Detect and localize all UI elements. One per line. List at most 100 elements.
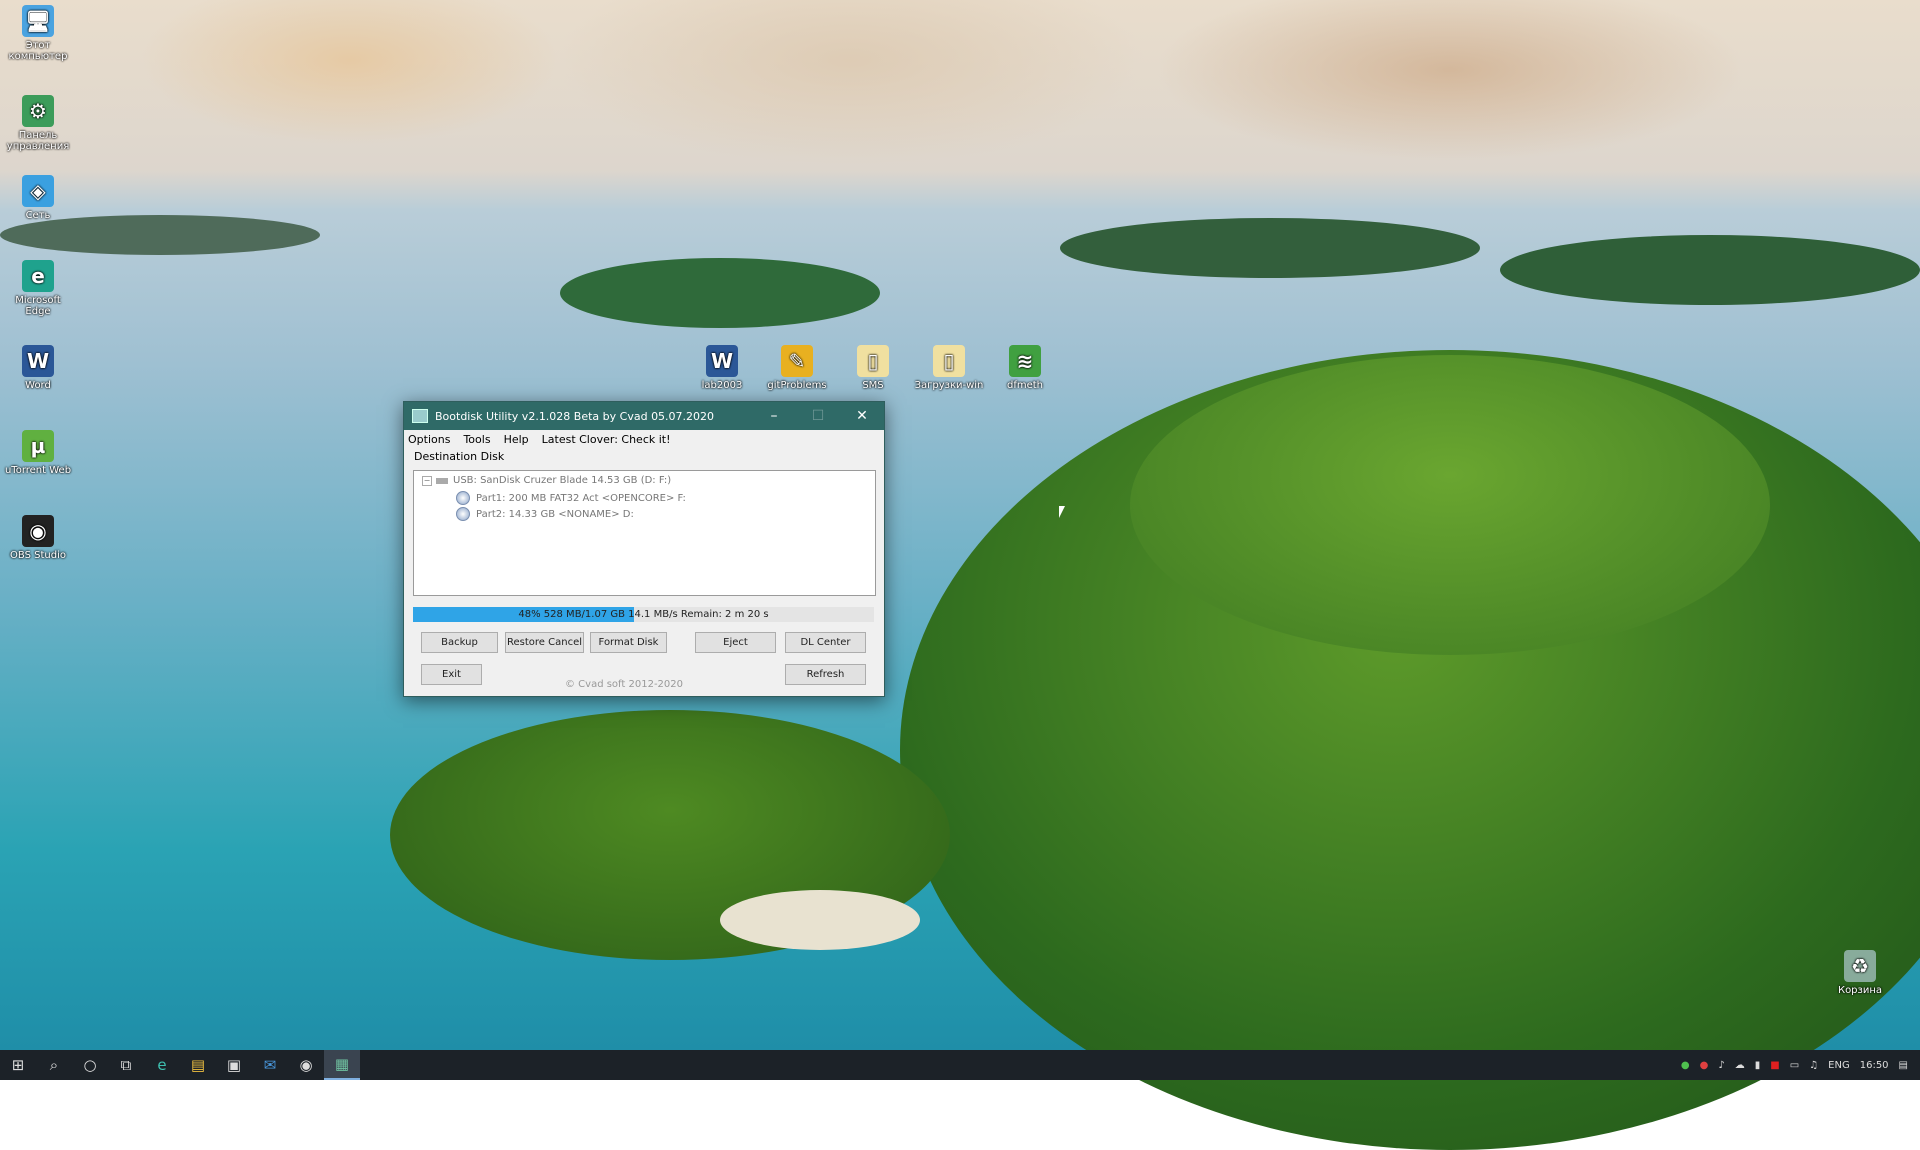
tree-item-part2[interactable]: Part2: 14.33 GB <NONAME> D: bbox=[456, 507, 634, 521]
desktop-icon-file[interactable]: Wlab2003 bbox=[687, 345, 757, 391]
desktop-icon-label: Корзина bbox=[1837, 985, 1883, 996]
task-view-icon[interactable]: ⧉ bbox=[108, 1050, 144, 1080]
tree-item-part1[interactable]: Part1: 200 MB FAT32 Act <OPENCORE> F: bbox=[456, 491, 686, 505]
file-explorer-icon[interactable]: ▤ bbox=[180, 1050, 216, 1080]
close-button[interactable]: ✕ bbox=[840, 402, 884, 430]
recycle-bin-icon: ♻ bbox=[1844, 950, 1876, 982]
desktop-icon-label: OBS Studio bbox=[10, 550, 66, 561]
start-icon[interactable]: ⊞ bbox=[0, 1050, 36, 1080]
tree-item-usb-disk[interactable]: − USB: SanDisk Cruzer Blade 14.53 GB (D:… bbox=[422, 475, 671, 486]
utorrent-icon: µ bbox=[22, 430, 54, 462]
island-shape bbox=[0, 215, 320, 255]
dl-center-button[interactable]: DL Center bbox=[785, 632, 866, 653]
menu-help[interactable]: Help bbox=[504, 433, 529, 446]
network-tray-icon[interactable]: ▭ bbox=[1790, 1060, 1799, 1071]
desktop-wallpaper: 🖥 Этот компьютер ⚙ Панель управления ◈ Сеть e M… bbox=[0, 0, 1920, 1150]
minimize-button[interactable]: – bbox=[752, 402, 796, 430]
exit-button[interactable]: Exit bbox=[421, 664, 482, 685]
progress-bar: 48% 528 MB/1.07 GB 14.1 MB/s Remain: 2 m… bbox=[413, 607, 874, 622]
mouse-cursor-icon bbox=[1059, 506, 1065, 518]
desktop-icon-utorrent[interactable]: µ uTorrent Web bbox=[3, 430, 73, 476]
cortana-icon[interactable]: ○ bbox=[72, 1050, 108, 1080]
desktop-icon-file[interactable]: ≋ dfmeth bbox=[990, 345, 1060, 391]
desktop-icon-label: dfmeth bbox=[1006, 380, 1044, 391]
tree-item-label: Part1: 200 MB FAT32 Act <OPENCORE> F: bbox=[476, 492, 686, 504]
script-icon: ≋ bbox=[1009, 345, 1041, 377]
obs-icon[interactable]: ◉ bbox=[288, 1050, 324, 1080]
tray-app-icon[interactable]: ■ bbox=[1770, 1060, 1779, 1071]
network-icon: ◈ bbox=[22, 175, 54, 207]
restore-cancel-button[interactable]: Restore Cancel bbox=[505, 632, 584, 653]
usb-icon bbox=[436, 477, 448, 484]
file-icon: ▯ bbox=[933, 345, 965, 377]
bootdisk-utility-window[interactable]: Bootdisk Utility v2.1.028 Beta by Cvad 0… bbox=[403, 401, 885, 697]
clock[interactable]: 16:50 bbox=[1860, 1060, 1889, 1071]
eject-button[interactable]: Eject bbox=[695, 632, 776, 653]
computer-icon: 🖥 bbox=[22, 5, 54, 37]
edge-icon[interactable]: e bbox=[144, 1050, 180, 1080]
desktop-icon-computer[interactable]: 🖥 Этот компьютер bbox=[3, 5, 73, 62]
progress-text: 48% 528 MB/1.07 GB 14.1 MB/s Remain: 2 m… bbox=[518, 609, 769, 620]
tray-app-icon[interactable]: ▮ bbox=[1755, 1060, 1761, 1071]
obs-icon: ◉ bbox=[22, 515, 54, 547]
desktop-icon-file[interactable]: ✎ gitProblems bbox=[762, 345, 832, 391]
microphone-icon[interactable]: ♪ bbox=[1718, 1060, 1724, 1071]
edge-icon: e bbox=[22, 260, 54, 292]
disk-tree[interactable]: − USB: SanDisk Cruzer Blade 14.53 GB (D:… bbox=[413, 470, 876, 596]
hill-shape bbox=[1130, 355, 1770, 655]
menu-latest-clover[interactable]: Latest Clover: Check it! bbox=[542, 433, 671, 446]
app-icon bbox=[412, 409, 428, 423]
desktop-icon-label: Этот компьютер bbox=[8, 40, 68, 62]
desktop-icon-network[interactable]: ◈ Сеть bbox=[3, 175, 73, 221]
tree-item-label: Part2: 14.33 GB <NONAME> D: bbox=[476, 508, 634, 520]
menu-bar: Options Tools Help Latest Clover: Check … bbox=[404, 430, 884, 448]
bootdisk-taskbar-icon[interactable]: ▦ bbox=[324, 1050, 360, 1080]
menu-options[interactable]: Options bbox=[408, 433, 450, 446]
tree-item-label: USB: SanDisk Cruzer Blade 14.53 GB (D: F… bbox=[453, 475, 672, 486]
desktop-icon-label: Панель управления bbox=[6, 130, 70, 152]
window-titlebar[interactable]: Bootdisk Utility v2.1.028 Beta by Cvad 0… bbox=[404, 402, 884, 430]
collapse-icon[interactable]: − bbox=[422, 475, 432, 486]
desktop-icon-label: Загрузки-win bbox=[914, 380, 984, 391]
desktop-icon-label: SMS bbox=[862, 380, 884, 391]
desktop-icon-word[interactable]: W Word bbox=[3, 345, 73, 391]
desktop-icon-label: Microsoft Edge bbox=[15, 295, 61, 317]
language-indicator[interactable]: ENG bbox=[1828, 1060, 1850, 1071]
taskbar: ⊞ ⌕ ○ ⧉ e ▤ ▣ ✉ ◉ ▦ ● ● ♪ ☁ ▮ ■ ▭ ♫ ENG … bbox=[0, 1050, 1920, 1080]
tray-app-icon[interactable]: ● bbox=[1681, 1060, 1690, 1071]
desktop-icon-control-panel[interactable]: ⚙ Панель управления bbox=[3, 95, 73, 152]
desktop-icon-label: gitProblems bbox=[767, 380, 827, 391]
desktop-icon-file[interactable]: ▯ SMS bbox=[838, 345, 908, 391]
store-icon[interactable]: ▣ bbox=[216, 1050, 252, 1080]
volume-icon[interactable]: ♫ bbox=[1809, 1060, 1818, 1071]
notifications-icon[interactable]: ▤ bbox=[1899, 1060, 1908, 1071]
backup-button[interactable]: Backup bbox=[421, 632, 498, 653]
notepad-icon: ✎ bbox=[781, 345, 813, 377]
desktop-icon-label: lab2003 bbox=[701, 380, 743, 391]
control-panel-icon: ⚙ bbox=[22, 95, 54, 127]
system-tray: ● ● ♪ ☁ ▮ ■ ▭ ♫ ENG 16:50 ▤ bbox=[1676, 1050, 1920, 1080]
file-icon: ▯ bbox=[857, 345, 889, 377]
tray-app-icon[interactable]: ● bbox=[1700, 1060, 1709, 1071]
desktop-icon-obs[interactable]: ◉ OBS Studio bbox=[3, 515, 73, 561]
menu-tools[interactable]: Tools bbox=[463, 433, 490, 446]
refresh-button[interactable]: Refresh bbox=[785, 664, 866, 685]
search-icon[interactable]: ⌕ bbox=[36, 1050, 72, 1080]
desktop-icon-file[interactable]: ▯ Загрузки-win bbox=[914, 345, 984, 391]
maximize-button[interactable]: ☐ bbox=[796, 402, 840, 430]
partition-icon bbox=[456, 491, 470, 505]
desktop-icon-recycle-bin[interactable]: ♻ Корзина bbox=[1825, 950, 1895, 996]
island-shape bbox=[1500, 235, 1920, 305]
cloud-icon[interactable]: ☁ bbox=[1735, 1060, 1745, 1071]
word-doc-icon: W bbox=[706, 345, 738, 377]
destination-disk-label: Destination Disk bbox=[414, 450, 505, 463]
desktop-icon-edge[interactable]: e Microsoft Edge bbox=[3, 260, 73, 317]
format-disk-button[interactable]: Format Disk bbox=[590, 632, 667, 653]
desktop-icon-label: Word bbox=[25, 380, 51, 391]
mail-icon[interactable]: ✉ bbox=[252, 1050, 288, 1080]
word-icon: W bbox=[22, 345, 54, 377]
desktop-icon-label: Сеть bbox=[25, 210, 51, 221]
window-title: Bootdisk Utility v2.1.028 Beta by Cvad 0… bbox=[435, 409, 715, 423]
desktop-icon-label: uTorrent Web bbox=[4, 465, 72, 476]
island-shape bbox=[1060, 218, 1480, 278]
